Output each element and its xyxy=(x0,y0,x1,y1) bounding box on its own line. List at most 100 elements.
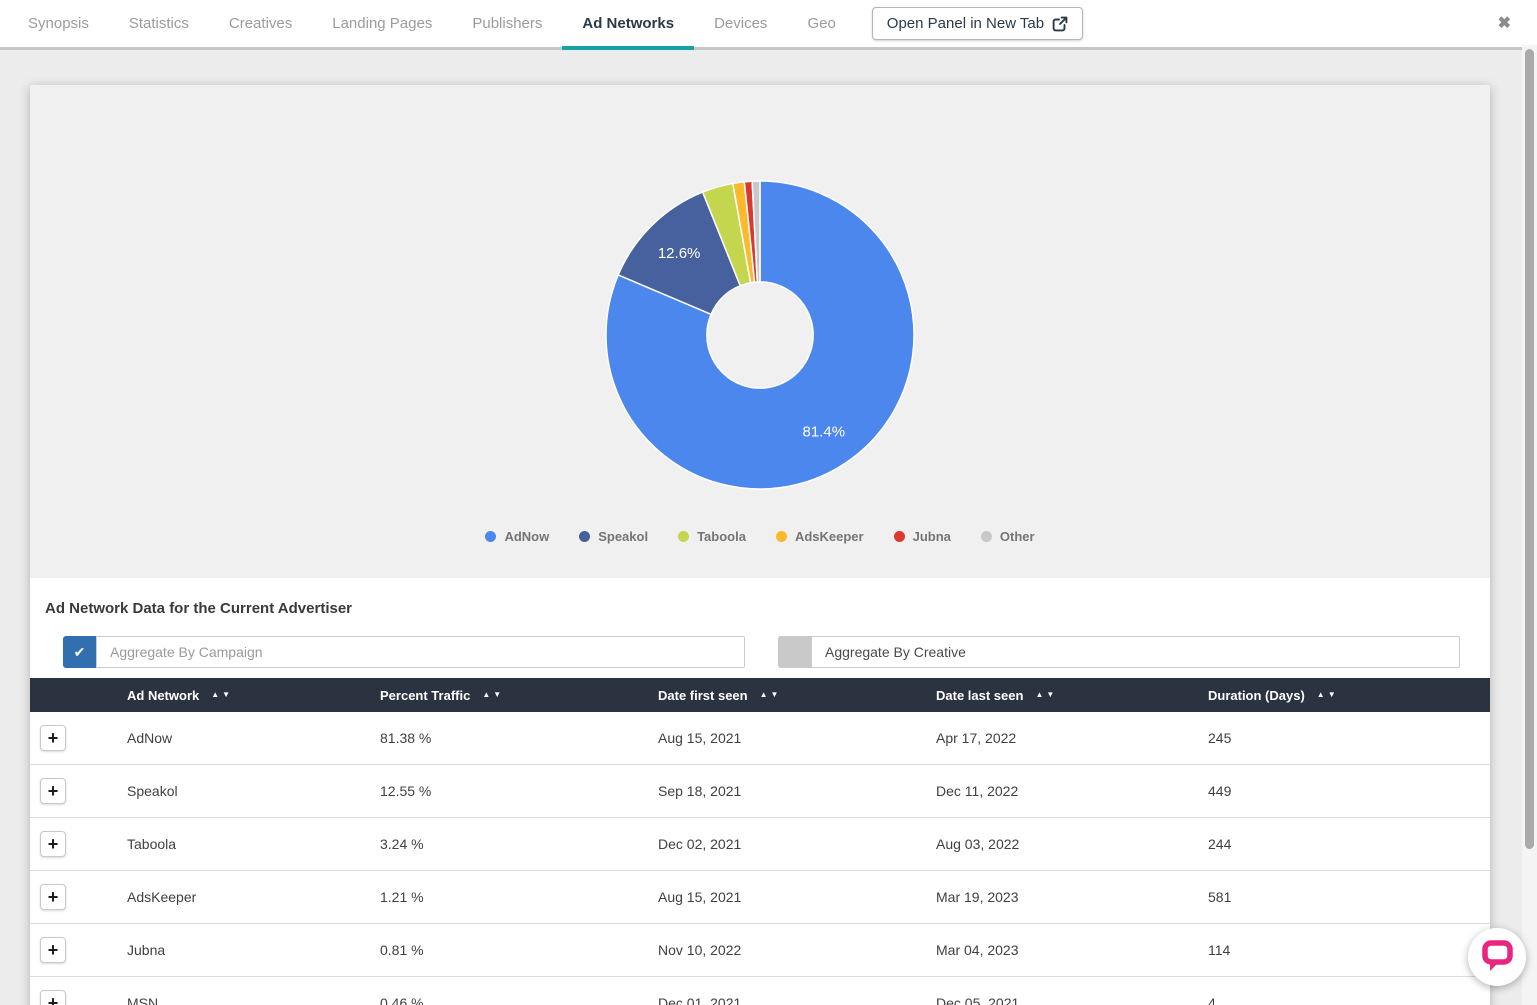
table-header-row: Ad Network▲▼Percent Traffic▲▼Date first … xyxy=(30,678,1490,712)
ad-network-data-section: Ad Network Data for the Current Advertis… xyxy=(30,600,1490,1005)
legend-item-other[interactable]: Other xyxy=(981,529,1035,544)
legend-item-taboola[interactable]: Taboola xyxy=(678,529,746,544)
cell-last-seen: Apr 17, 2022 xyxy=(936,730,1208,746)
cell-first-seen: Aug 15, 2021 xyxy=(658,889,936,905)
legend-dot-icon xyxy=(776,531,787,542)
tab-ad-networks[interactable]: Ad Networks xyxy=(562,0,694,47)
cell-duration: 581 xyxy=(1208,889,1490,905)
cell-network: MSN xyxy=(127,995,380,1005)
slice-label-adnow: 81.4% xyxy=(803,424,846,441)
chart-legend: AdNow Speakol Taboola AdsKeeper Jubna Other xyxy=(30,529,1490,544)
ad-networks-panel: 81.4% 12.6% AdNow Speakol Taboola AdsKeeper J… xyxy=(30,85,1490,1005)
column-label: Percent Traffic xyxy=(380,688,470,703)
expand-row-button[interactable]: + xyxy=(40,831,66,857)
cell-network: Jubna xyxy=(127,942,380,958)
expand-row-button[interactable]: + xyxy=(40,937,66,963)
open-panel-label: Open Panel in New Tab xyxy=(887,15,1044,32)
column-header-date-first-seen[interactable]: Date first seen ▲▼ xyxy=(658,688,936,703)
tab-geo[interactable]: Geo xyxy=(787,0,855,47)
legend-label: Speakol xyxy=(598,529,648,544)
sort-arrows-icon[interactable]: ▲▼ xyxy=(1035,691,1054,699)
aggregate-by-creative-checkbox[interactable] xyxy=(778,636,811,668)
cell-percent: 3.24 % xyxy=(380,836,658,852)
aggregate-by-creative: Aggregate By Creative xyxy=(778,636,1460,668)
legend-label: AdNow xyxy=(504,529,549,544)
legend-label: Other xyxy=(1000,529,1035,544)
column-header-date-last-seen[interactable]: Date last seen ▲▼ xyxy=(936,688,1208,703)
column-header-percent-traffic[interactable]: Percent Traffic ▲▼ xyxy=(380,688,658,703)
tab-devices[interactable]: Devices xyxy=(694,0,787,47)
scrollbar-track[interactable] xyxy=(1522,45,1537,1005)
cell-network: AdsKeeper xyxy=(127,889,380,905)
expand-row-button[interactable]: + xyxy=(40,725,66,751)
expand-row-button[interactable]: + xyxy=(40,884,66,910)
tab-statistics[interactable]: Statistics xyxy=(109,0,209,47)
table-row-adnow: + AdNow81.38 %Aug 15, 2021Apr 17, 2022245 xyxy=(30,712,1490,765)
traffic-share-chart: 81.4% 12.6% AdNow Speakol Taboola AdsKeeper J… xyxy=(30,85,1490,578)
expand-cell: + xyxy=(30,725,127,751)
aggregate-by-campaign: ✔ Aggregate By Campaign xyxy=(63,636,745,668)
legend-label: AdsKeeper xyxy=(795,529,864,544)
column-label: Duration (Days) xyxy=(1208,688,1305,703)
cell-percent: 1.21 % xyxy=(380,889,658,905)
external-link-icon xyxy=(1052,16,1068,32)
cell-duration: 114 xyxy=(1208,942,1490,958)
table-row-msn: +MSN0.46 %Dec 01, 2021Dec 05, 20214 xyxy=(30,977,1490,1005)
cell-last-seen: Mar 19, 2023 xyxy=(936,889,1208,905)
cell-network: AdNow xyxy=(127,730,380,746)
table-row-speakol: + Speakol12.55 %Sep 18, 2021Dec 11, 20224… xyxy=(30,765,1490,818)
slice-label-speakol: 12.6% xyxy=(658,245,701,262)
cell-first-seen: Sep 18, 2021 xyxy=(658,783,936,799)
aggregate-controls: ✔ Aggregate By Campaign Aggregate By Cre… xyxy=(63,636,1460,668)
cell-percent: 81.38 % xyxy=(380,730,658,746)
tab-bar: SynopsisStatisticsCreativesLanding Pages… xyxy=(0,0,1537,50)
cell-percent: 0.46 % xyxy=(380,995,658,1005)
cell-duration: 244 xyxy=(1208,836,1490,852)
expand-row-button[interactable]: + xyxy=(40,778,66,804)
close-icon[interactable]: ✖ xyxy=(1498,16,1511,32)
cell-first-seen: Aug 15, 2021 xyxy=(658,730,936,746)
ad-network-table: Ad Network▲▼Percent Traffic▲▼Date first … xyxy=(30,678,1490,1005)
aggregate-by-creative-field[interactable]: Aggregate By Creative xyxy=(811,636,1460,668)
tabs-nav: SynopsisStatisticsCreativesLanding Pages… xyxy=(8,0,856,47)
chat-bubble-icon xyxy=(1468,928,1526,986)
sort-arrows-icon[interactable]: ▲▼ xyxy=(211,691,230,699)
cell-last-seen: Dec 11, 2022 xyxy=(936,783,1208,799)
legend-dot-icon xyxy=(981,531,992,542)
open-panel-button[interactable]: Open Panel in New Tab xyxy=(872,7,1083,40)
sort-arrows-icon[interactable]: ▲▼ xyxy=(1317,691,1336,699)
legend-label: Taboola xyxy=(697,529,746,544)
tab-publishers[interactable]: Publishers xyxy=(452,0,562,47)
legend-item-adnow[interactable]: AdNow xyxy=(485,529,549,544)
expand-row-button[interactable]: + xyxy=(40,990,66,1005)
column-header-duration-days[interactable]: Duration (Days) ▲▼ xyxy=(1208,688,1490,703)
chat-widget-button[interactable] xyxy=(1468,928,1526,986)
scrollbar-thumb[interactable] xyxy=(1525,49,1534,849)
sort-arrows-icon[interactable]: ▲▼ xyxy=(482,691,501,699)
cell-duration: 245 xyxy=(1208,730,1490,746)
sort-arrows-icon[interactable]: ▲▼ xyxy=(760,691,779,699)
cell-network: Speakol xyxy=(127,783,380,799)
legend-item-speakol[interactable]: Speakol xyxy=(579,529,648,544)
tab-landing-pages[interactable]: Landing Pages xyxy=(312,0,452,47)
legend-item-jubna[interactable]: Jubna xyxy=(894,529,951,544)
cell-duration: 449 xyxy=(1208,783,1490,799)
legend-item-adskeeper[interactable]: AdsKeeper xyxy=(776,529,864,544)
legend-label: Jubna xyxy=(913,529,951,544)
expand-cell: + xyxy=(30,778,127,804)
tab-creatives[interactable]: Creatives xyxy=(209,0,312,47)
tab-synopsis[interactable]: Synopsis xyxy=(8,0,109,47)
aggregate-by-campaign-checkbox[interactable]: ✔ xyxy=(63,636,96,668)
cell-last-seen: Mar 04, 2023 xyxy=(936,942,1208,958)
column-header-ad-network[interactable]: Ad Network ▲▼ xyxy=(127,688,380,703)
cell-percent: 12.55 % xyxy=(380,783,658,799)
table-row-adskeeper: + AdsKeeper1.21 %Aug 15, 2021Mar 19, 2023… xyxy=(30,871,1490,924)
column-label: Date first seen xyxy=(658,688,748,703)
expand-cell: + xyxy=(30,990,127,1005)
cell-first-seen: Dec 02, 2021 xyxy=(658,836,936,852)
aggregate-by-campaign-field[interactable]: Aggregate By Campaign xyxy=(96,636,745,668)
column-label: Date last seen xyxy=(936,688,1023,703)
column-label: Ad Network xyxy=(127,688,199,703)
donut-chart: 81.4% 12.6% xyxy=(600,175,920,495)
table-body: +AdNow81.38 %Aug 15, 2021Apr 17, 2022245… xyxy=(30,712,1490,1005)
